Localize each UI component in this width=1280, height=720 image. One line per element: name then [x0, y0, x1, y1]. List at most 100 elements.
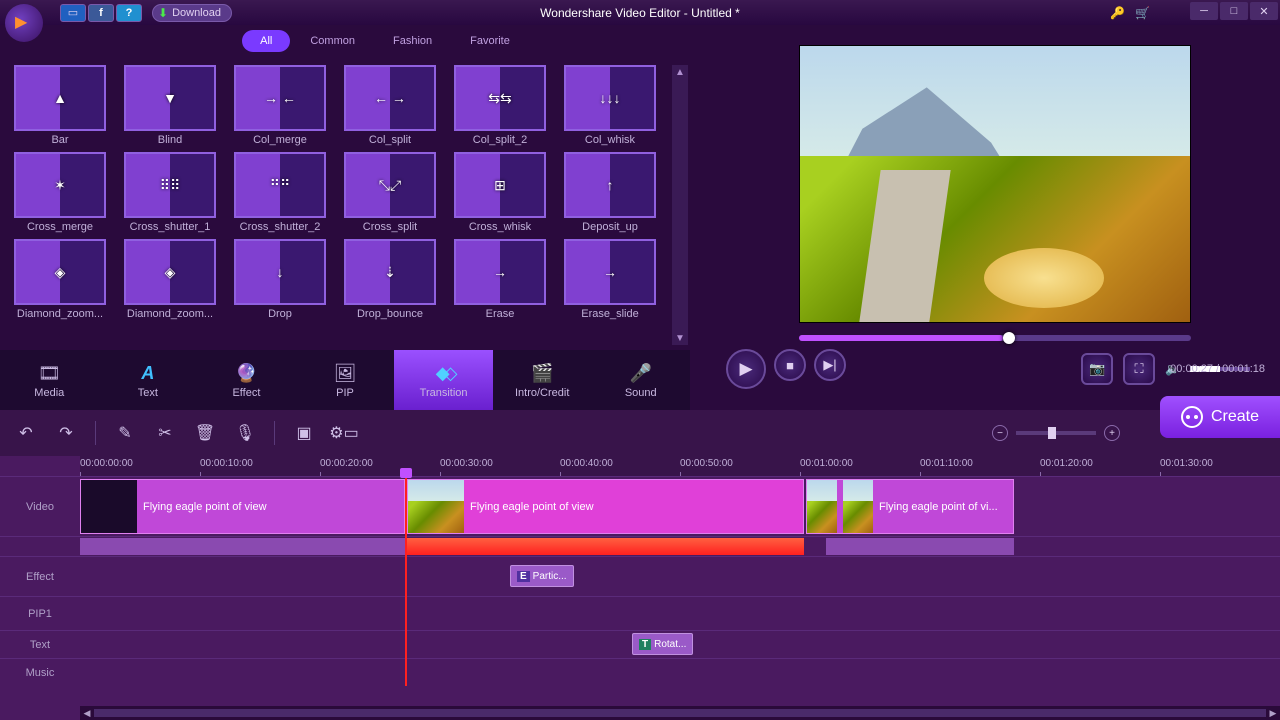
reel-icon [1181, 406, 1203, 428]
clip-thumb [807, 480, 837, 533]
create-button[interactable]: Create [1160, 396, 1280, 438]
time-ruler[interactable]: 00:00:00:0000:00:10:0000:00:20:0000:00:3… [80, 456, 1280, 476]
scroll-right-icon[interactable]: ▶ [1266, 708, 1280, 719]
timeline-hscroll[interactable]: ◀ ▶ [80, 706, 1280, 720]
cut-button[interactable]: ✂ [154, 422, 176, 444]
maximize-button[interactable]: □ [1220, 2, 1248, 20]
tab-intro-credit[interactable]: 🎬Intro/Credit [493, 350, 592, 410]
tab-transition[interactable]: Transition [394, 350, 493, 410]
tab-sound[interactable]: 🎤Sound [591, 350, 690, 410]
track-music-content[interactable] [80, 659, 1280, 686]
redo-button[interactable]: ↷ [55, 422, 77, 444]
tab-media[interactable]: 🎞Media [0, 350, 99, 410]
transition-item[interactable]: ▲Bar [8, 65, 112, 146]
tab-text[interactable]: AText [99, 350, 198, 410]
seek-bar[interactable] [799, 335, 1191, 341]
download-button[interactable]: ⬇ Download [152, 4, 232, 22]
delete-button[interactable]: 🗑 [194, 422, 216, 444]
zoom-out-button[interactable]: − [992, 425, 1008, 441]
audio-strip-1[interactable] [80, 538, 405, 555]
scroll-up-icon[interactable]: ▲ [672, 65, 688, 79]
key-icon[interactable]: 🔑 [1110, 6, 1125, 20]
transition-label: Col_split_2 [473, 134, 527, 146]
play-button[interactable]: ▶ [726, 349, 766, 389]
transition-item[interactable]: → ←Col_merge [228, 65, 332, 146]
text-clip[interactable]: TRotat... [632, 633, 693, 655]
ruler-tick: 00:00:30:00 [440, 458, 493, 469]
close-button[interactable]: ✕ [1250, 2, 1278, 20]
filter-fashion[interactable]: Fashion [375, 30, 450, 52]
track-text-content[interactable]: TRotat... [80, 631, 1280, 658]
transition-item[interactable]: ⠿⠿Cross_shutter_1 [118, 152, 222, 233]
cart-icon[interactable]: 🛒 [1135, 6, 1150, 20]
help-icon[interactable]: ? [116, 4, 142, 22]
audio-strip-2[interactable] [407, 538, 804, 555]
transition-item[interactable]: ↓Drop [228, 239, 332, 320]
settings-button[interactable]: ⚙▭ [333, 422, 355, 444]
video-clip-2[interactable]: Flying eagle point of view [407, 479, 804, 534]
stop-button[interactable]: ■ [774, 349, 806, 381]
track-audio-content[interactable] [80, 537, 1280, 556]
transition-item[interactable]: ↓↓↓Col_whisk [558, 65, 662, 146]
transition-thumb: ↓↓↓ [564, 65, 656, 131]
facebook-icon[interactable]: f [88, 4, 114, 22]
folder-icon[interactable]: ▭ [60, 4, 86, 22]
transition-item[interactable]: ◈Diamond_zoom... [8, 239, 112, 320]
transition-label: Erase_slide [581, 308, 638, 320]
transition-item[interactable]: ◈Diamond_zoom... [118, 239, 222, 320]
track-video-content[interactable]: Flying eagle point of view Flying eagle … [80, 477, 1280, 536]
seek-head-icon[interactable] [1003, 332, 1015, 344]
clip-thumb-dark [81, 480, 137, 533]
video-clip-3[interactable]: Flying eagle point of vi... [806, 479, 1014, 534]
transition-item[interactable]: →Erase [448, 239, 552, 320]
zoom-in-button[interactable]: + [1104, 425, 1120, 441]
transition-label: Cross_shutter_1 [130, 221, 211, 233]
step-forward-button[interactable]: ▶| [814, 349, 846, 381]
track-label-pip1: PIP1 [0, 597, 80, 630]
preview-viewport [799, 45, 1191, 323]
track-effect: Effect EPartic... [0, 556, 1280, 596]
zoom-slider[interactable] [1016, 431, 1096, 435]
transition-item[interactable]: ⠛⠛Cross_shutter_2 [228, 152, 332, 233]
transition-item[interactable]: →Erase_slide [558, 239, 662, 320]
fullscreen-button[interactable]: ⛶ [1123, 353, 1155, 385]
transition-item[interactable]: ✶Cross_merge [8, 152, 112, 233]
playhead[interactable] [405, 476, 407, 686]
effect-clip[interactable]: EPartic... [510, 565, 574, 587]
ruler-tick: 00:00:10:00 [200, 458, 253, 469]
filter-common[interactable]: Common [292, 30, 373, 52]
video-clip-1[interactable]: Flying eagle point of view [80, 479, 405, 534]
scroll-left-icon[interactable]: ◀ [80, 708, 94, 719]
snapshot-button[interactable]: 📷 [1081, 353, 1113, 385]
track-effect-content[interactable]: EPartic... [80, 557, 1280, 596]
transition-item[interactable]: ⊞Cross_whisk [448, 152, 552, 233]
transition-label: Deposit_up [582, 221, 638, 233]
tab-effect[interactable]: 🔮Effect [197, 350, 296, 410]
transition-item[interactable]: ▼Blind [118, 65, 222, 146]
library-scrollbar[interactable]: ▲ ▼ [672, 65, 688, 345]
filter-all[interactable]: All [242, 30, 290, 52]
transition-item[interactable]: ← →Col_split [338, 65, 442, 146]
track-pip1-content[interactable] [80, 597, 1280, 630]
undo-button[interactable]: ↶ [15, 422, 37, 444]
voiceover-button[interactable]: 🎙 [234, 422, 256, 444]
transition-label: Blind [158, 134, 182, 146]
preview-image [800, 46, 1190, 322]
transition-item[interactable]: ⇆⇆Col_split_2 [448, 65, 552, 146]
filter-favorite[interactable]: Favorite [452, 30, 528, 52]
audio-strip-3[interactable] [826, 538, 1014, 555]
zoom-control: − + [992, 425, 1120, 441]
transition-item[interactable]: ⤡⤢Cross_split [338, 152, 442, 233]
timeline-pane: 00:00:00:0000:00:10:0000:00:20:0000:00:3… [0, 456, 1280, 720]
transition-thumb: → [454, 239, 546, 305]
edit-button[interactable]: ✎ [114, 422, 136, 444]
tab-pip[interactable]: 🖼PIP [296, 350, 395, 410]
transition-item[interactable]: ⇣Drop_bounce [338, 239, 442, 320]
minimize-button[interactable]: ─ [1190, 2, 1218, 20]
scroll-down-icon[interactable]: ▼ [672, 331, 688, 345]
crop-button[interactable]: ▣ [293, 422, 315, 444]
transition-item[interactable]: ↑Deposit_up [558, 152, 662, 233]
transitions-grid-area: ▲Bar▼Blind→ ←Col_merge← →Col_split⇆⇆Col_… [0, 60, 690, 350]
track-label-music: Music [0, 659, 80, 686]
transition-thumb: → ← [234, 65, 326, 131]
